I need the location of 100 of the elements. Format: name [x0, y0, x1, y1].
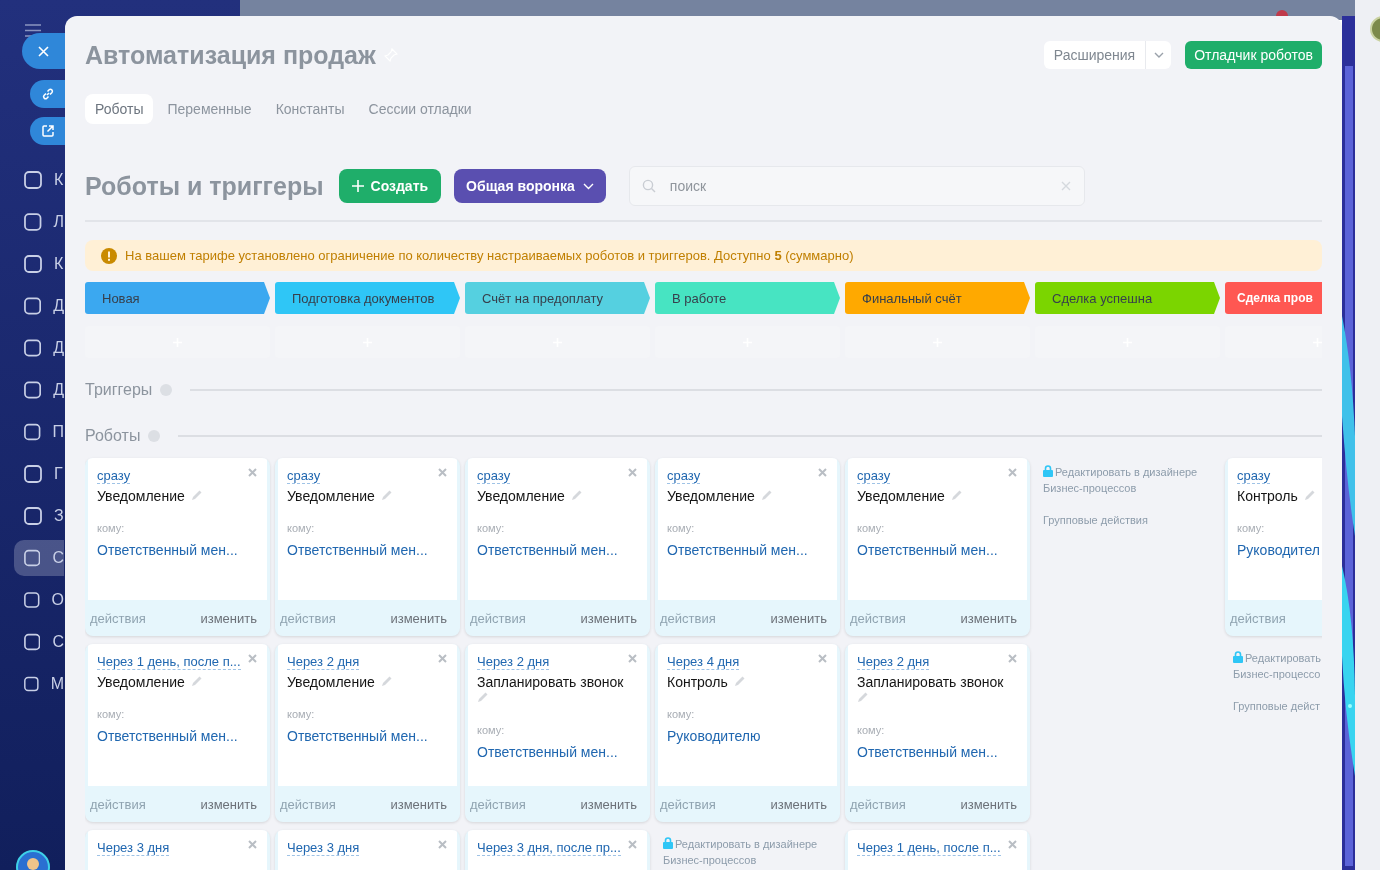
close-button[interactable]	[22, 33, 65, 69]
close-icon[interactable]	[818, 468, 827, 477]
edit-link[interactable]: изменить	[580, 796, 637, 812]
stage-header: Финальный счёт	[845, 282, 1030, 314]
close-icon[interactable]	[438, 840, 447, 849]
pencil-icon[interactable]	[857, 691, 869, 703]
sidebar-item[interactable]: С	[14, 624, 64, 660]
edit-link[interactable]: изменить	[770, 796, 827, 812]
sidebar-item[interactable]: Л	[14, 204, 64, 240]
sidebar-label: С	[52, 549, 64, 567]
edit-link[interactable]: изменить	[770, 610, 827, 626]
delay-link[interactable]: сразу	[1237, 468, 1271, 484]
square-icon	[24, 633, 41, 651]
delay-link[interactable]: сразу	[287, 468, 321, 484]
funnel-dropdown[interactable]: Общая воронка	[454, 169, 606, 203]
sidebar-item[interactable]: Д	[14, 330, 64, 366]
tab[interactable]: Роботы	[85, 94, 154, 124]
recipient-link[interactable]: Ответственный мен...	[287, 728, 428, 744]
edit-link[interactable]: изменить	[960, 796, 1017, 812]
open-in-new-tab-button[interactable]	[30, 117, 65, 145]
close-icon[interactable]	[628, 654, 637, 663]
sidebar-item[interactable]: К	[14, 162, 64, 198]
close-icon[interactable]	[438, 654, 447, 663]
delay-link[interactable]: Через 3 дня	[97, 840, 170, 856]
close-icon[interactable]	[628, 468, 637, 477]
sidebar-label: Д	[53, 297, 64, 315]
sidebar-item[interactable]: Г	[14, 456, 64, 492]
delay-link[interactable]: Через 2 дня	[857, 654, 930, 670]
close-icon[interactable]	[818, 654, 827, 663]
square-icon	[24, 465, 42, 483]
section-heading: Роботы	[85, 427, 141, 445]
delay-link[interactable]: сразу	[667, 468, 701, 484]
recipient-link[interactable]: Руководител	[1237, 542, 1320, 558]
page-title: Автоматизация продаж	[85, 40, 376, 70]
pencil-icon[interactable]	[733, 675, 746, 687]
avatar-icon[interactable]	[16, 850, 50, 870]
extensions-button[interactable]: Расширения	[1043, 41, 1172, 69]
pencil-icon[interactable]	[190, 675, 203, 687]
sidebar-item[interactable]: Д	[14, 288, 64, 324]
recipient-link[interactable]: Ответственный мен...	[97, 728, 238, 744]
robot-name: Контроль	[1237, 488, 1298, 504]
close-icon[interactable]	[248, 840, 257, 849]
clear-icon[interactable]	[1060, 181, 1071, 191]
recipient-label: кому:	[287, 708, 316, 720]
edit-link[interactable]: изменить	[390, 796, 447, 812]
recipient-label: кому:	[287, 522, 316, 534]
close-icon[interactable]	[1008, 468, 1017, 477]
pencil-icon[interactable]	[380, 675, 393, 687]
sidebar-item[interactable]: З	[14, 498, 64, 534]
robot-name: Уведомление	[97, 674, 185, 690]
pencil-icon[interactable]	[570, 489, 583, 501]
recipient-link[interactable]: Ответственный мен...	[857, 542, 998, 558]
recipient-link[interactable]: Ответственный мен...	[97, 542, 238, 558]
delay-link[interactable]: Через 1 день, после п...	[97, 654, 241, 670]
recipient-link[interactable]: Ответственный мен...	[477, 744, 618, 760]
close-icon[interactable]	[1008, 654, 1017, 663]
delay-link[interactable]: Через 2 дня	[477, 654, 550, 670]
delay-link[interactable]: Через 2 дня	[287, 654, 360, 670]
close-icon[interactable]	[628, 840, 637, 849]
recipient-label: кому:	[477, 522, 506, 534]
edit-link[interactable]: изменить	[200, 610, 257, 626]
recipient-link[interactable]: Ответственный мен...	[287, 542, 428, 558]
sidebar-item[interactable]: К	[14, 246, 64, 282]
pencil-icon[interactable]	[1303, 489, 1316, 501]
copy-link-button[interactable]	[30, 80, 65, 108]
pencil-icon[interactable]	[950, 489, 963, 501]
recipient-link[interactable]: Ответственный мен...	[667, 542, 808, 558]
close-icon[interactable]	[1008, 840, 1017, 849]
sidebar-item[interactable]: О	[14, 582, 64, 618]
sidebar-label: С	[52, 633, 64, 651]
edit-link[interactable]: изменить	[390, 610, 447, 626]
sidebar-item[interactable]: П	[14, 414, 64, 450]
sidebar-item[interactable]: М	[14, 666, 64, 702]
recipient-link[interactable]: Руководителю	[667, 728, 761, 744]
robot-name: Уведомление	[287, 674, 375, 690]
delay-link[interactable]: сразу	[97, 468, 131, 484]
recipient-link[interactable]: Ответственный мен...	[857, 744, 998, 760]
close-icon[interactable]	[438, 468, 447, 477]
pencil-icon[interactable]	[380, 489, 393, 501]
edit-link[interactable]: изменить	[960, 610, 1017, 626]
section-heading: Триггеры	[85, 381, 153, 399]
stage-header: Сделка пров	[1225, 282, 1322, 314]
sidebar-item[interactable]: Д	[14, 372, 64, 408]
plus-icon	[351, 180, 364, 192]
edit-link[interactable]: изменить	[580, 610, 637, 626]
close-icon[interactable]	[248, 654, 257, 663]
delay-link[interactable]: Через 3 дня	[287, 840, 360, 856]
robot-name: Уведомление	[97, 488, 185, 504]
recipient-link[interactable]: Ответственный мен...	[477, 542, 618, 558]
close-icon[interactable]	[248, 468, 257, 477]
pencil-icon[interactable]	[760, 489, 773, 501]
edit-link[interactable]: изменить	[200, 796, 257, 812]
search-field[interactable]: поиск	[628, 166, 1085, 206]
delay-link[interactable]: сразу	[477, 468, 511, 484]
sidebar-item[interactable]: С	[14, 540, 64, 576]
link-icon	[40, 87, 55, 101]
pencil-icon[interactable]	[477, 691, 489, 703]
pencil-icon[interactable]	[190, 489, 203, 501]
delay-link[interactable]: сразу	[857, 468, 891, 484]
delay-link[interactable]: Через 4 дня	[667, 654, 740, 670]
